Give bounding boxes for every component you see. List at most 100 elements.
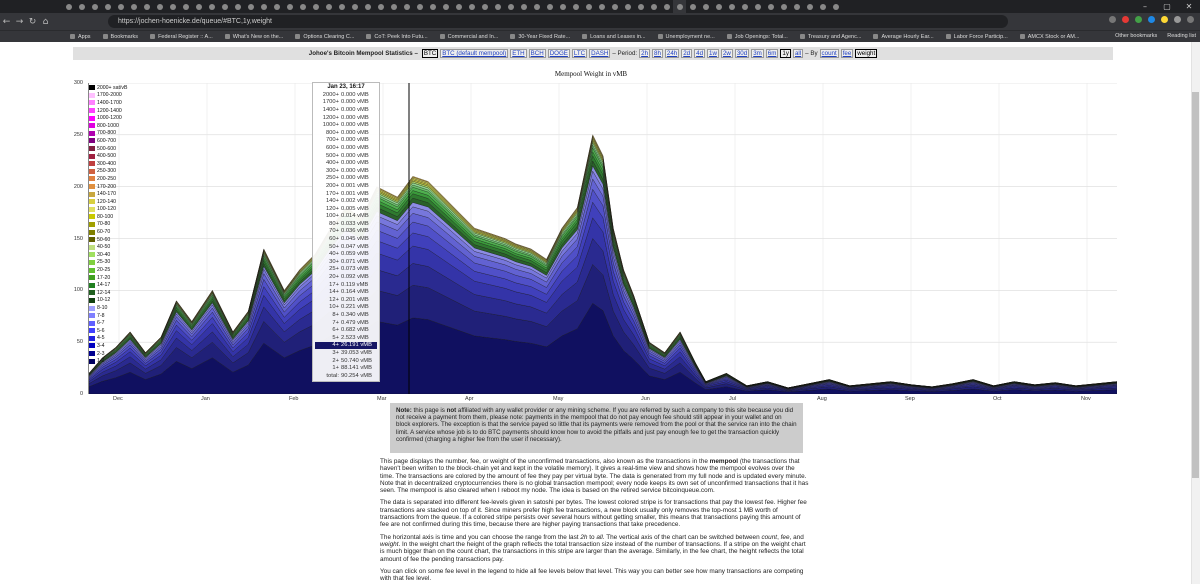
browser-tab[interactable] — [764, 0, 777, 13]
browser-tab[interactable] — [738, 0, 751, 13]
legend-item[interactable]: 170-200 — [89, 183, 131, 191]
browser-tab[interactable] — [608, 0, 621, 13]
browser-tab[interactable] — [270, 0, 283, 13]
extension-icon[interactable] — [1148, 16, 1155, 23]
profile-icon[interactable] — [1174, 16, 1181, 23]
scrollbar-thumb[interactable] — [1192, 92, 1199, 478]
legend-item[interactable]: 50-60 — [89, 236, 131, 244]
legend-item[interactable]: 5-6 — [89, 327, 131, 335]
legend-item[interactable]: 140-170 — [89, 190, 131, 198]
browser-tab[interactable] — [205, 0, 218, 13]
period-option[interactable]: 2w — [720, 49, 733, 58]
legend-item[interactable]: 2000+ sat/vB — [89, 84, 131, 92]
legend-item[interactable]: 200-250 — [89, 175, 131, 183]
browser-tab[interactable] — [829, 0, 842, 13]
bookmark-item[interactable]: Bookmarks — [102, 34, 138, 40]
browser-tab[interactable] — [777, 0, 790, 13]
bookmark-item[interactable]: Unemployment ne... — [657, 34, 715, 40]
minimize-button[interactable]: – — [1134, 0, 1156, 13]
browser-tab[interactable] — [218, 0, 231, 13]
period-option[interactable]: 30d — [734, 49, 750, 58]
browser-tab[interactable] — [114, 0, 127, 13]
browser-tab[interactable] — [725, 0, 738, 13]
browser-tab[interactable] — [413, 0, 426, 13]
currency-option[interactable]: DASH — [589, 49, 611, 58]
browser-tab[interactable] — [816, 0, 829, 13]
bookmark-item[interactable]: Federal Register :: A... — [150, 34, 213, 40]
bookmark-folder[interactable]: Reading list — [1167, 33, 1196, 39]
currency-option[interactable]: BTC — [421, 49, 439, 58]
browser-tab[interactable] — [634, 0, 647, 13]
currency-option[interactable]: BTC (default mempool) — [440, 49, 509, 58]
mode-option[interactable]: count — [819, 49, 839, 58]
browser-tab[interactable] — [127, 0, 140, 13]
legend-item[interactable]: 7-8 — [89, 312, 131, 320]
browser-tab[interactable] — [569, 0, 582, 13]
currency-option[interactable]: LTC — [571, 49, 588, 58]
menu-icon[interactable] — [1187, 16, 1194, 23]
browser-tab[interactable] — [88, 0, 101, 13]
browser-tab[interactable] — [166, 0, 179, 13]
legend-item[interactable]: 400-500 — [89, 152, 131, 160]
legend-item[interactable]: 1000-1200 — [89, 114, 131, 122]
browser-tab[interactable] — [400, 0, 413, 13]
bookmark-item[interactable]: Labor Force Particip... — [945, 34, 1008, 40]
legend-item[interactable]: 6-7 — [89, 319, 131, 327]
bookmark-item[interactable]: 30-Year Fixed Rate... — [510, 34, 570, 40]
bookmark-folder[interactable]: Other bookmarks — [1115, 33, 1157, 39]
legend-item[interactable]: 800-1000 — [89, 122, 131, 130]
plot-area[interactable] — [88, 82, 1118, 395]
legend-item[interactable]: 2-3 — [89, 350, 131, 358]
browser-tab[interactable] — [439, 0, 452, 13]
bookmark-item[interactable]: Commercial and In... — [439, 34, 498, 40]
legend-item[interactable]: 500-600 — [89, 145, 131, 153]
bookmark-item[interactable]: Apps — [70, 34, 91, 40]
browser-tab[interactable] — [621, 0, 634, 13]
browser-tab[interactable] — [478, 0, 491, 13]
browser-tab[interactable] — [192, 0, 205, 13]
legend-item[interactable]: 600-700 — [89, 137, 131, 145]
legend-item[interactable]: 14-17 — [89, 281, 131, 289]
period-option[interactable]: 1y — [780, 49, 791, 58]
legend-item[interactable]: 8-10 — [89, 304, 131, 312]
currency-option[interactable]: BCH — [528, 49, 546, 58]
browser-tab[interactable] — [751, 0, 764, 13]
browser-tab[interactable] — [387, 0, 400, 13]
bookmark-item[interactable]: Job Openings: Total... — [726, 34, 788, 40]
address-bar[interactable]: https://jochen-hoenicke.de/queue/#BTC,1y… — [108, 15, 1008, 28]
browser-tab[interactable] — [582, 0, 595, 13]
browser-tab[interactable] — [101, 0, 114, 13]
extension-icon[interactable] — [1122, 16, 1129, 23]
currency-option[interactable]: DOGE — [547, 49, 570, 58]
browser-tab[interactable] — [712, 0, 725, 13]
browser-tab[interactable] — [699, 0, 712, 13]
bookmark-item[interactable]: Options Clearing C... — [295, 34, 354, 40]
back-icon[interactable]: ← — [0, 17, 13, 27]
period-option[interactable]: 1w — [707, 49, 719, 58]
browser-tab[interactable] — [491, 0, 504, 13]
page-scrollbar[interactable] — [1191, 42, 1200, 584]
browser-tab[interactable] — [556, 0, 569, 13]
legend-item[interactable]: 3-4 — [89, 342, 131, 350]
browser-tab[interactable] — [452, 0, 465, 13]
bookmark-item[interactable]: CoT: Peek Into Futu... — [366, 34, 428, 40]
browser-tab[interactable] — [790, 0, 803, 13]
browser-tab[interactable] — [348, 0, 361, 13]
browser-tab[interactable] — [426, 0, 439, 13]
legend-item[interactable]: 1400-1700 — [89, 99, 131, 107]
browser-tab[interactable] — [179, 0, 192, 13]
period-option[interactable]: 2d — [681, 49, 693, 58]
reload-icon[interactable]: ↻ — [26, 17, 39, 27]
browser-tab[interactable] — [361, 0, 374, 13]
legend-item[interactable]: 120-140 — [89, 198, 131, 206]
legend-item[interactable]: 25-30 — [89, 259, 131, 267]
period-option[interactable]: 8h — [652, 49, 663, 58]
browser-tab[interactable] — [673, 0, 686, 13]
browser-tab[interactable] — [504, 0, 517, 13]
legend-item[interactable]: 12-14 — [89, 289, 131, 297]
currency-option[interactable]: ETH — [510, 49, 527, 58]
browser-tab[interactable] — [153, 0, 166, 13]
bookmark-item[interactable]: AMCX Stock or AM... — [1019, 34, 1079, 40]
legend-item[interactable]: 70-80 — [89, 221, 131, 229]
browser-tab[interactable] — [517, 0, 530, 13]
